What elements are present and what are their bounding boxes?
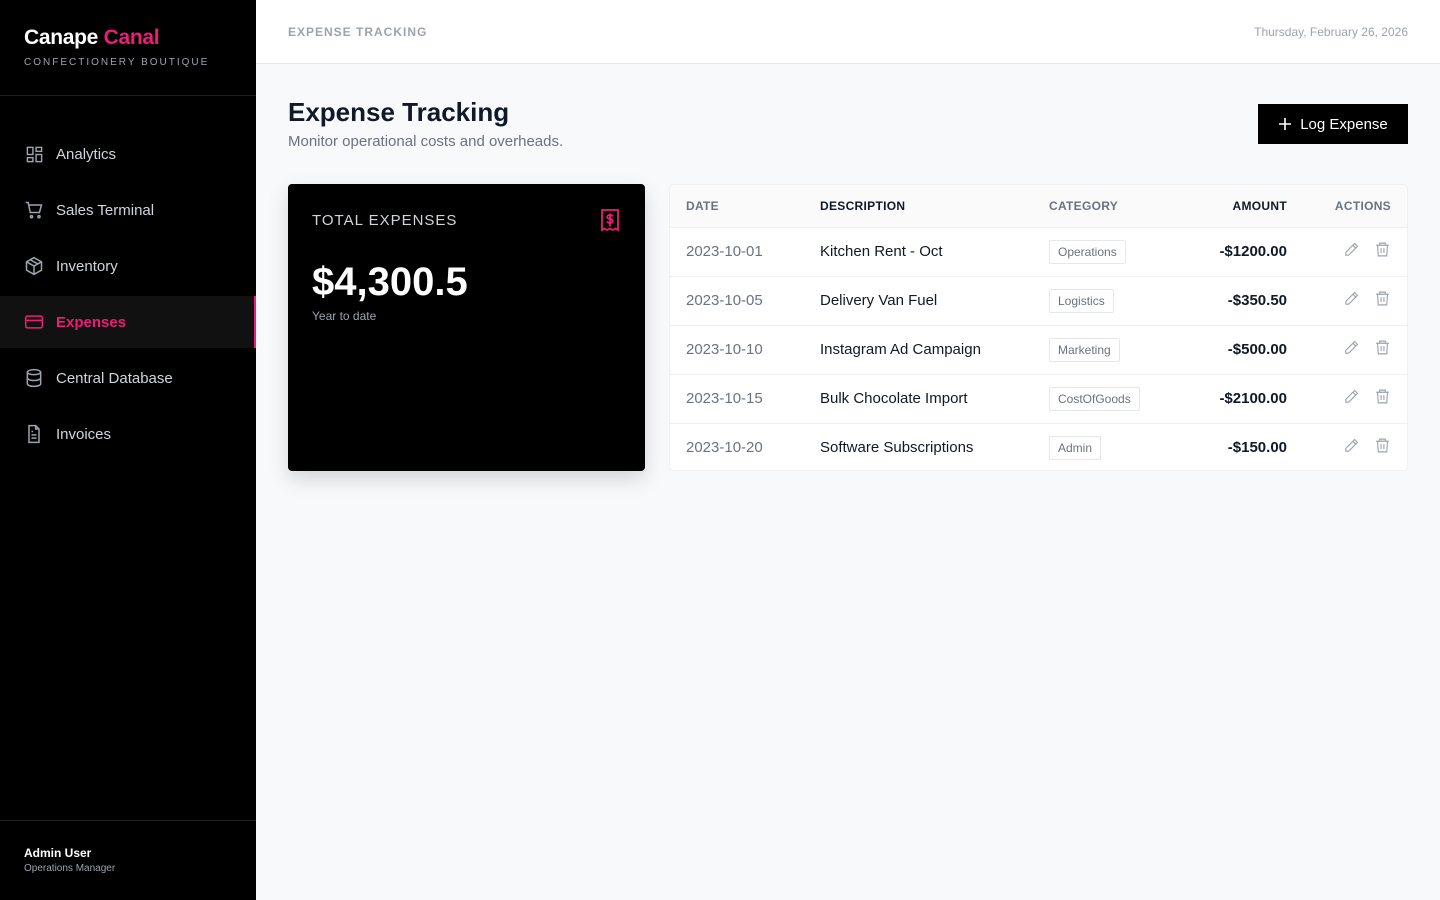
- expenses-table: DATE DESCRIPTION CATEGORY AMOUNT ACTIONS…: [669, 184, 1408, 471]
- sidebar-item-sales-terminal[interactable]: Sales Terminal: [0, 184, 256, 236]
- credit-card-icon: [24, 312, 44, 332]
- trash-icon[interactable]: [1374, 388, 1391, 405]
- dashboard-icon: [24, 144, 44, 164]
- sidebar-item-invoices[interactable]: Invoices: [0, 408, 256, 460]
- cell-date: 2023-10-15: [686, 390, 763, 407]
- edit-icon[interactable]: [1343, 339, 1360, 356]
- column-header-description[interactable]: DESCRIPTION: [820, 185, 1049, 227]
- category-badge: Marketing: [1049, 337, 1120, 362]
- sidebar-item-label: Sales Terminal: [56, 201, 155, 219]
- user-profile[interactable]: Admin User Operations Manager: [0, 820, 256, 900]
- edit-icon[interactable]: [1343, 437, 1360, 454]
- cell-amount: -$1200.00: [1219, 243, 1287, 260]
- table-header-row: DATE DESCRIPTION CATEGORY AMOUNT ACTIONS: [670, 185, 1407, 227]
- trash-icon[interactable]: [1374, 339, 1391, 356]
- topbar: EXPENSE TRACKING Thursday, February 26, …: [256, 0, 1440, 64]
- sidebar-item-label: Expenses: [56, 313, 127, 331]
- plus-icon: [1278, 117, 1292, 131]
- brand-tagline: CONFECTIONERY BOUTIQUE: [24, 57, 210, 68]
- cell-amount: -$350.50: [1227, 292, 1287, 309]
- trash-icon[interactable]: [1374, 437, 1391, 454]
- cell-amount: -$500.00: [1227, 341, 1287, 358]
- cell-description: Instagram Ad Campaign: [820, 341, 981, 358]
- table-row: 2023-10-10 Instagram Ad Campaign Marketi…: [670, 325, 1407, 374]
- total-expenses-value: $4,300.5: [312, 260, 468, 304]
- trash-icon[interactable]: [1374, 290, 1391, 307]
- column-header-date[interactable]: DATE: [670, 185, 820, 227]
- brand-logo[interactable]: Canape Canal: [24, 25, 232, 51]
- table-row: 2023-10-05 Delivery Van Fuel Logistics -…: [670, 276, 1407, 325]
- edit-icon[interactable]: [1343, 388, 1360, 405]
- sidebar-item-expenses[interactable]: Expenses: [0, 296, 256, 348]
- cell-date: 2023-10-20: [686, 439, 763, 457]
- cell-description: Delivery Van Fuel: [820, 292, 938, 309]
- log-expense-label: Log Expense: [1300, 115, 1388, 133]
- sidebar-item-label: Invoices: [56, 425, 112, 443]
- brand-name-accent: Canal: [103, 26, 160, 49]
- table-row: 2023-10-15 Bulk Chocolate Import CostOfG…: [670, 374, 1407, 423]
- receipt-dollar-icon: [599, 208, 621, 237]
- document-icon: [24, 424, 44, 444]
- log-expense-button[interactable]: Log Expense: [1258, 104, 1408, 144]
- page-title: Expense Tracking: [288, 97, 510, 127]
- column-header-actions: ACTIONS: [1334, 198, 1391, 213]
- sidebar-item-label: Analytics: [56, 145, 117, 163]
- column-header-category[interactable]: CATEGORY: [1049, 185, 1184, 227]
- total-expenses-label: TOTAL EXPENSES: [312, 212, 458, 229]
- total-expenses-caption: Year to date: [312, 309, 377, 323]
- sidebar-nav: Analytics Sales Terminal Inventory Expen…: [0, 128, 256, 464]
- category-badge: Logistics: [1049, 288, 1114, 313]
- trash-icon[interactable]: [1374, 241, 1391, 258]
- sidebar-item-label: Inventory: [56, 257, 118, 275]
- sidebar-item-inventory[interactable]: Inventory: [0, 240, 256, 292]
- edit-icon[interactable]: [1343, 241, 1360, 258]
- cell-amount: -$150.00: [1227, 439, 1287, 457]
- category-badge: Operations: [1049, 239, 1126, 264]
- cart-icon: [24, 200, 44, 220]
- cell-description: Kitchen Rent - Oct: [820, 243, 943, 260]
- table-row: 2023-10-01 Kitchen Rent - Oct Operations…: [670, 227, 1407, 276]
- sidebar-item-label: Central Database: [56, 369, 173, 387]
- current-date: Thursday, February 26, 2026: [1254, 24, 1408, 39]
- breadcrumb: EXPENSE TRACKING: [288, 24, 428, 39]
- package-icon: [24, 256, 44, 276]
- database-icon: [24, 368, 44, 388]
- column-header-amount[interactable]: AMOUNT: [1184, 185, 1287, 227]
- cell-date: 2023-10-05: [686, 292, 763, 309]
- page-subtitle: Monitor operational costs and overheads.: [288, 133, 564, 150]
- edit-icon[interactable]: [1343, 290, 1360, 307]
- category-badge: CostOfGoods: [1049, 386, 1140, 411]
- sidebar-item-central-database[interactable]: Central Database: [0, 352, 256, 404]
- category-badge: Admin: [1049, 435, 1102, 460]
- cell-description: Software Subscriptions: [820, 439, 974, 457]
- cell-date: 2023-10-01: [686, 243, 763, 260]
- total-expenses-card: TOTAL EXPENSES $4,300.5 Year to date: [288, 184, 645, 471]
- cell-date: 2023-10-10: [686, 341, 763, 358]
- brand-name-main: Canape: [24, 26, 99, 49]
- cell-amount: -$2100.00: [1219, 390, 1287, 407]
- user-name: Admin User: [24, 846, 92, 860]
- sidebar: Canape Canal CONFECTIONERY BOUTIQUE Anal…: [0, 0, 256, 900]
- sidebar-item-analytics[interactable]: Analytics: [0, 128, 256, 180]
- user-role: Operations Manager: [24, 863, 116, 874]
- cell-description: Bulk Chocolate Import: [820, 390, 968, 407]
- table-row: 2023-10-20 Software Subscriptions Admin …: [670, 423, 1407, 470]
- brand: Canape Canal CONFECTIONERY BOUTIQUE: [0, 0, 256, 96]
